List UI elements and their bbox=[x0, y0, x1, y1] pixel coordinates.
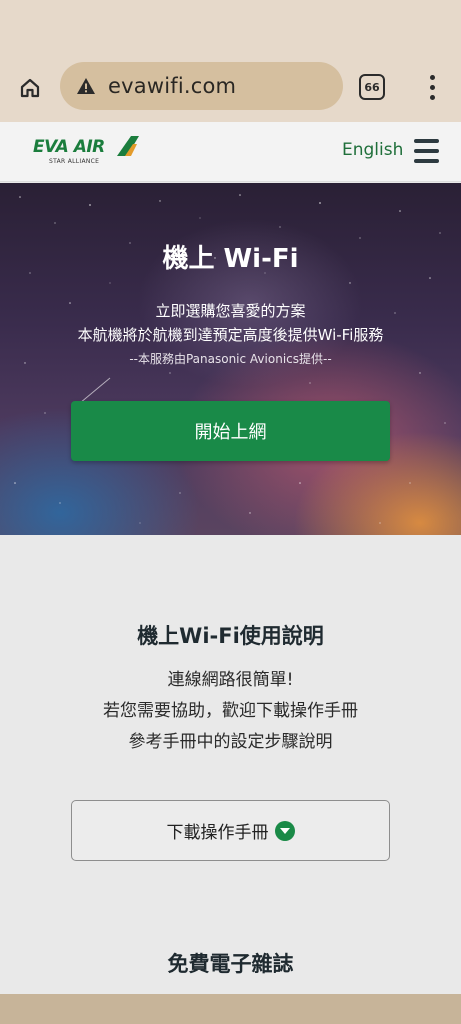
home-icon bbox=[20, 78, 40, 98]
home-button[interactable] bbox=[14, 72, 46, 104]
url-bar[interactable]: evawifi.com bbox=[60, 62, 343, 110]
logo-subtext: STAR ALLIANCE bbox=[49, 158, 100, 165]
guide-line-3: 參考手冊中的設定步驟說明 bbox=[128, 732, 333, 752]
hero-banner: 機上 Wi-Fi 立即選購您喜愛的方案 本航機將於航機到達預定高度後提供Wi-F… bbox=[0, 183, 461, 535]
download-manual-label: 下載操作手冊 bbox=[166, 823, 269, 843]
eva-air-logo[interactable]: EVA AIR STAR ALLIANCE bbox=[33, 134, 143, 170]
hero-title: 機上 Wi-Fi bbox=[162, 244, 299, 274]
language-switch[interactable]: English bbox=[342, 140, 403, 160]
hero-provider-note: --本服務由Panasonic Avionics提供-- bbox=[129, 352, 332, 366]
hero-tagline: 立即選購您喜愛的方案 bbox=[155, 302, 306, 320]
hero-service-note: 本航機將於航機到達預定高度後提供Wi-Fi服務 bbox=[77, 326, 384, 344]
guide-title: 機上Wi-Fi使用說明 bbox=[137, 624, 324, 648]
url-text: evawifi.com bbox=[108, 74, 237, 98]
hamburger-icon[interactable] bbox=[414, 139, 439, 163]
start-browsing-button[interactable]: 開始上網 bbox=[71, 401, 390, 461]
magazine-title: 免費電子雜誌 bbox=[167, 952, 294, 976]
download-manual-button[interactable]: 下載操作手冊 bbox=[71, 800, 390, 861]
browser-toolbar: evawifi.com 66 bbox=[0, 0, 461, 122]
more-vert-icon[interactable] bbox=[420, 72, 444, 102]
logo-tail-icon bbox=[117, 136, 139, 156]
warning-icon bbox=[76, 76, 96, 96]
download-chevron-icon bbox=[274, 820, 295, 841]
bottom-browser-bar bbox=[0, 994, 461, 1024]
logo-text: EVA AIR bbox=[33, 137, 105, 157]
guide-line-2: 若您需要協助，歡迎下載操作手冊 bbox=[103, 701, 358, 721]
guide-line-1: 連線網路很簡單! bbox=[167, 670, 294, 690]
tabs-icon[interactable]: 66 bbox=[359, 74, 385, 100]
